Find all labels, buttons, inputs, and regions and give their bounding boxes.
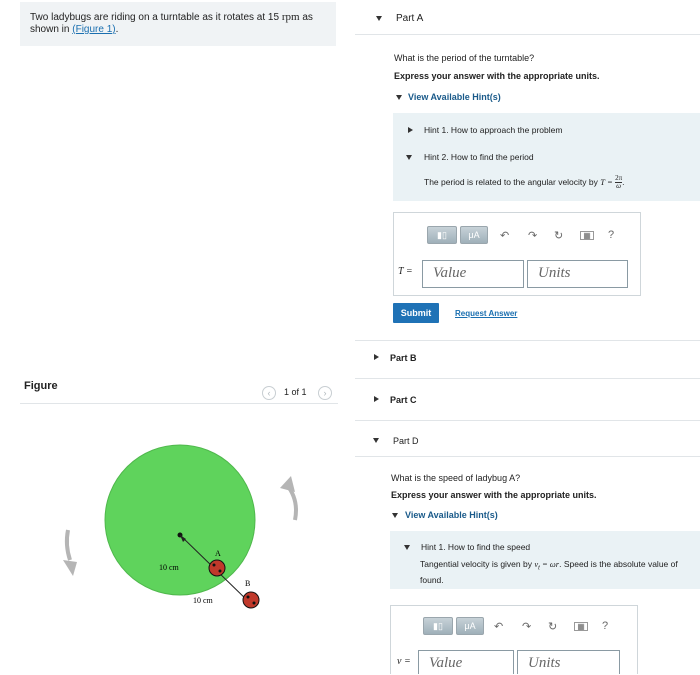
part-a-instruction: Express your answer with the appropriate…	[394, 71, 600, 81]
ladybug-a-icon	[208, 559, 226, 577]
keyboard-icon[interactable]: ▦	[580, 231, 594, 240]
figure-link[interactable]: (Figure 1)	[72, 24, 115, 35]
problem-text-shown: shown in	[30, 24, 70, 35]
ladybug-b-icon	[242, 591, 260, 609]
part-a-question: What is the period of the turntable?	[394, 53, 535, 63]
hint1-text-b: . Speed is the absolute value of	[559, 559, 678, 569]
part-d-value-input[interactable]: Value	[418, 650, 514, 674]
part-b-divider-top	[355, 340, 700, 341]
hint1-expand-icon[interactable]	[408, 127, 413, 133]
label-b: B	[245, 579, 250, 588]
label-a: A	[215, 549, 221, 558]
part-a-title[interactable]: Part A	[396, 13, 423, 24]
hint2-collapse-icon[interactable]	[406, 155, 412, 160]
part-a-var-label: T =	[398, 266, 413, 277]
turntable-disk	[104, 444, 256, 596]
part-a-collapse-icon[interactable]	[376, 16, 382, 21]
hint2-formula-lhs: T =	[600, 176, 613, 187]
part-b-divider	[355, 378, 700, 379]
arrow-head-left-icon	[63, 560, 77, 576]
part-d-var-label: v =	[397, 656, 411, 667]
part-c-divider	[355, 420, 700, 421]
part-a-submit-button[interactable]: Submit	[393, 303, 439, 323]
turntable-figure: A B 10 cm 10 cm	[63, 444, 298, 609]
chevron-left-icon[interactable]: ‹	[262, 386, 276, 400]
part-c-expand-icon[interactable]	[374, 396, 379, 402]
hint2-fraction: 2π ω	[615, 175, 623, 190]
part-d-instruction: Express your answer with the appropriate…	[391, 490, 597, 500]
problem-text: Two ladybugs are riding on a turntable a…	[30, 12, 280, 23]
hint2-denominator: ω	[616, 182, 622, 190]
figure-pager: 1 of 1	[284, 387, 307, 397]
rotation-arrow-left	[64, 529, 72, 561]
problem-text-end: .	[115, 24, 119, 35]
hint1-text-c: found.	[420, 574, 444, 585]
part-a-hints-toggle[interactable]: View Available Hint(s)	[408, 92, 501, 102]
part-d-hint1[interactable]: Hint 1. How to find the speed	[421, 542, 530, 552]
arrow-head-right-icon	[280, 476, 295, 492]
problem-statement: Two ladybugs are riding on a turntable a…	[20, 2, 336, 46]
part-d-units-input[interactable]: Units	[517, 650, 620, 674]
chevron-right-icon[interactable]: ›	[318, 386, 332, 400]
part-d-hints-caret-icon[interactable]	[392, 513, 398, 518]
part-b-title[interactable]: Part B	[390, 353, 417, 363]
part-d-units-button[interactable]: μA	[456, 617, 484, 635]
part-a-units-input[interactable]: Units	[527, 260, 628, 288]
hint1-text-a: Tangential velocity is given by	[420, 559, 532, 569]
part-a-hint1[interactable]: Hint 1. How to approach the problem	[424, 125, 562, 135]
redo-icon[interactable]: ↷	[528, 229, 537, 242]
part-d-template-button[interactable]: ▮▯	[423, 617, 453, 635]
part-a-request-answer-link[interactable]: Request Answer	[455, 309, 517, 318]
hint1-formula-rhs: = ωr	[539, 559, 560, 569]
part-a-value-input[interactable]: Value	[422, 260, 524, 288]
part-b-expand-icon[interactable]	[374, 354, 379, 360]
part-a-hints-caret-icon[interactable]	[396, 95, 402, 100]
part-d-hint1-body: Tangential velocity is given by vt = ωr.…	[420, 559, 700, 586]
figure-divider	[20, 403, 338, 404]
part-d-divider	[355, 456, 700, 457]
help-icon[interactable]: ?	[608, 229, 614, 241]
part-d-help-icon[interactable]: ?	[602, 620, 608, 632]
part-d-title[interactable]: Part D	[393, 436, 419, 446]
part-d-question: What is the speed of ladybug A?	[391, 473, 521, 483]
part-d-hints-toggle[interactable]: View Available Hint(s)	[405, 510, 498, 520]
part-d-redo-icon[interactable]: ↷	[522, 620, 531, 633]
rpm-unit: rpm	[281, 11, 300, 23]
part-c-title[interactable]: Part C	[390, 395, 417, 405]
figure-label: Figure	[24, 380, 58, 392]
part-a-template-button[interactable]: ▮▯	[427, 226, 457, 244]
part-a-hint2-body: The period is related to the angular vel…	[424, 174, 625, 190]
part-d-undo-icon[interactable]: ↶	[494, 620, 503, 633]
dim-label-left: 10 cm	[159, 563, 180, 572]
dim-label-right: 10 cm	[193, 596, 214, 605]
problem-text-as: as	[302, 12, 313, 23]
part-a-units-button[interactable]: μA	[460, 226, 488, 244]
part-d-keyboard-icon[interactable]: ▦	[574, 622, 588, 631]
part-d-reset-icon[interactable]: ↻	[548, 620, 557, 633]
reset-icon[interactable]: ↻	[554, 229, 563, 242]
hint2-text: The period is related to the angular vel…	[424, 176, 598, 187]
part-d-collapse-icon[interactable]	[373, 438, 379, 443]
part-a-divider	[355, 34, 700, 35]
part-a-hint2[interactable]: Hint 2. How to find the period	[424, 152, 534, 162]
part-d-hint1-collapse-icon[interactable]	[404, 545, 410, 550]
undo-icon[interactable]: ↶	[500, 229, 509, 242]
